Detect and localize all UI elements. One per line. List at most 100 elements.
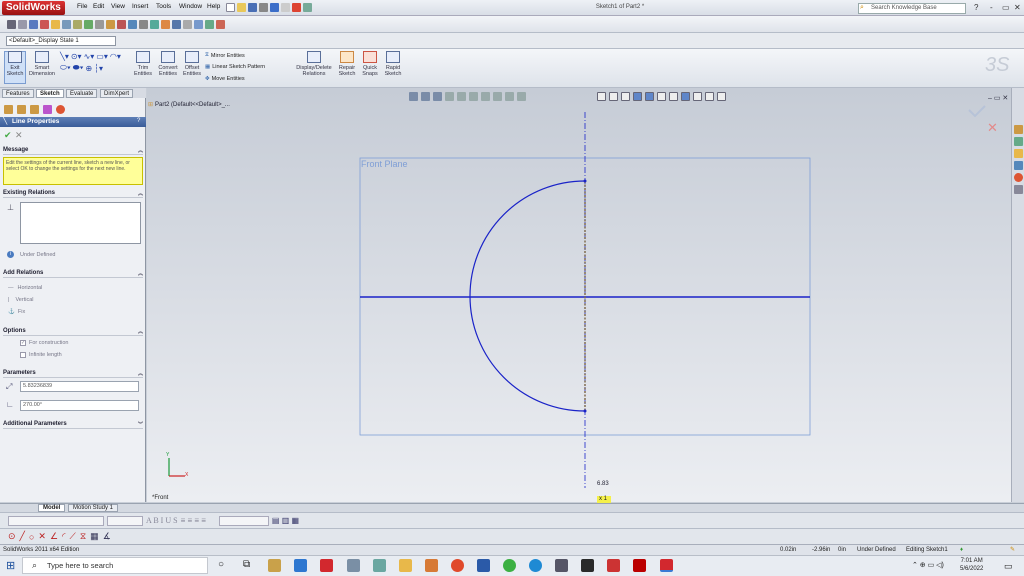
minimize-button[interactable]: - (990, 3, 993, 12)
bold-italic-underline-icon[interactable]: A B I U S (146, 516, 178, 525)
mirror-icon[interactable]: ⧖ (80, 531, 86, 542)
windows-start-icon[interactable]: ⊞ (6, 559, 15, 572)
point-icon[interactable]: ⊕ (86, 64, 93, 73)
toolbar-icon[interactable] (205, 19, 214, 29)
rapid-sketch-button[interactable]: Rapid Sketch (380, 51, 406, 77)
ok-check-icon[interactable]: ✔ (4, 130, 12, 141)
arc-icon[interactable]: ◠▾ (110, 52, 121, 61)
tab-dimxpert[interactable]: DimXpert (100, 89, 134, 98)
taskbar-search-input[interactable]: Type here to search (22, 557, 208, 574)
point-icon[interactable]: ⊙ (8, 531, 16, 542)
file-explorer-app-icon[interactable] (268, 559, 281, 572)
font-select[interactable] (8, 515, 104, 526)
tab-features[interactable]: Features (2, 89, 34, 98)
rebuild-status-icon[interactable]: ♦ (960, 545, 963, 555)
configuration-select[interactable]: <Default>_Display State 1 (6, 36, 116, 46)
toolbar-icon[interactable] (139, 19, 148, 29)
open-folder-icon[interactable] (237, 3, 246, 12)
toolbar-icon[interactable] (18, 19, 27, 29)
settings-app-icon[interactable] (555, 559, 568, 572)
linear-sketch-pattern-button[interactable]: ▦ Linear Sketch Pattern (205, 64, 265, 70)
close-button[interactable]: ✕ (1014, 3, 1021, 12)
circle-icon[interactable]: ⊙▾ (71, 52, 82, 61)
text-align-icon[interactable]: ≡ ≡ ≡ ≡ (181, 516, 206, 525)
custom-properties-icon[interactable] (1014, 185, 1023, 194)
toolbar-icon[interactable] (117, 19, 126, 29)
toolbar-icon[interactable] (194, 19, 203, 29)
new-document-icon[interactable] (226, 3, 235, 12)
app-icon[interactable] (607, 559, 620, 572)
design-library-icon[interactable] (1014, 137, 1023, 146)
paint-app-icon[interactable] (373, 559, 386, 572)
clock[interactable]: 7:01 AM 5/6/2022 (960, 557, 983, 573)
solidworks-app-icon[interactable] (320, 559, 333, 572)
parameters-header[interactable]: Parameters ︽ (3, 370, 143, 378)
save-icon[interactable] (248, 3, 257, 12)
for-construction-option[interactable]: ✓ For construction (20, 340, 68, 346)
sketch-canvas[interactable]: Front Plane Y X ✕ (147, 88, 1011, 502)
font-size-select[interactable] (107, 515, 143, 526)
notepad-app-icon[interactable] (347, 559, 360, 572)
message-section-header[interactable]: Message ︽ (3, 147, 143, 155)
existing-relations-header[interactable]: Existing Relations ︽ (3, 190, 143, 198)
add-relation-horizontal[interactable]: — Horizontal (8, 285, 42, 291)
maximize-button[interactable]: ▭ (1002, 3, 1010, 12)
search-knowledge-base-input[interactable]: Search Knowledge Base (858, 3, 966, 14)
configuration-manager-icon[interactable] (30, 104, 39, 114)
table-icon[interactable]: ▦ (90, 531, 99, 542)
arc-endpoint[interactable] (583, 409, 587, 413)
toolbar-icon[interactable] (106, 19, 115, 29)
ellipse-icon[interactable]: ⬭▾ (60, 63, 71, 73)
angle-dimension-icon[interactable]: ∡ (103, 531, 111, 542)
media-app-icon[interactable] (581, 559, 594, 572)
select-icon[interactable] (281, 3, 290, 12)
delete-icon[interactable]: ✕ (38, 531, 46, 542)
tab-motion-study[interactable]: Motion Study 1 (68, 504, 119, 512)
rectangle-icon[interactable]: ▭▾ (96, 52, 108, 61)
angle-field[interactable]: 270.00° (20, 400, 139, 411)
firefox-app-icon[interactable] (451, 559, 464, 572)
system-tray-icons[interactable]: ⌃ ⊕ ▭ ◁) (912, 561, 944, 569)
help-icon[interactable]: ? (137, 118, 140, 124)
solidworks-active-app-icon[interactable] (660, 559, 673, 572)
smart-dimension-button[interactable]: Smart Dimension (28, 51, 56, 77)
toolbar-icon[interactable] (95, 19, 104, 29)
layer-select[interactable] (218, 515, 269, 526)
toolbar-icon[interactable] (40, 19, 49, 29)
arc-icon[interactable]: ◜ (62, 531, 66, 542)
toolbar-icon[interactable] (73, 19, 82, 29)
add-relations-header[interactable]: Add Relations ︽ (3, 270, 143, 278)
infinite-length-checkbox[interactable] (20, 352, 26, 358)
trim-entities-button[interactable]: Trim Entities (130, 51, 156, 77)
mail-app-icon[interactable] (294, 559, 307, 572)
arc-endpoint[interactable] (583, 179, 587, 183)
toolbar-icon[interactable] (51, 19, 60, 29)
tangent-icon[interactable]: ⟋ (70, 531, 76, 542)
add-relation-vertical[interactable]: | Vertical (8, 297, 33, 303)
task-view-icon[interactable]: ⧉ (243, 559, 250, 570)
app-icon[interactable] (425, 559, 438, 572)
menu-file[interactable]: File (77, 3, 87, 10)
toolbar-icon[interactable] (62, 19, 71, 29)
menu-insert[interactable]: Insert (132, 3, 148, 10)
options-header[interactable]: Options ︽ (3, 328, 143, 336)
slot-icon[interactable]: ⬬▾ (73, 63, 84, 73)
exit-x-icon[interactable]: ✕ (987, 121, 998, 136)
spline-icon[interactable]: ∿▾ (84, 52, 95, 61)
line-icon[interactable]: ╲▾ (60, 52, 69, 61)
move-entities-button[interactable]: ✥ Move Entities (205, 76, 245, 82)
menu-tools[interactable]: Tools (156, 3, 171, 10)
mirror-entities-button[interactable]: ⧖ Mirror Entities (205, 52, 245, 59)
for-construction-checkbox[interactable]: ✓ (20, 340, 26, 346)
sketch-arc[interactable] (469, 180, 586, 412)
angle-icon[interactable]: ∠ (50, 531, 58, 542)
solidworks-resources-icon[interactable] (1014, 125, 1023, 134)
toolbar-icon[interactable] (29, 19, 38, 29)
file-explorer-icon[interactable] (1014, 149, 1023, 158)
cancel-x-icon[interactable]: ✕ (15, 130, 23, 141)
existing-relations-list[interactable] (20, 202, 141, 244)
centerline-icon[interactable]: ┆▾ (94, 64, 103, 73)
toolbar-icon[interactable] (161, 19, 170, 29)
display-manager-icon[interactable] (56, 104, 65, 114)
menu-edit[interactable]: Edit (93, 3, 104, 10)
